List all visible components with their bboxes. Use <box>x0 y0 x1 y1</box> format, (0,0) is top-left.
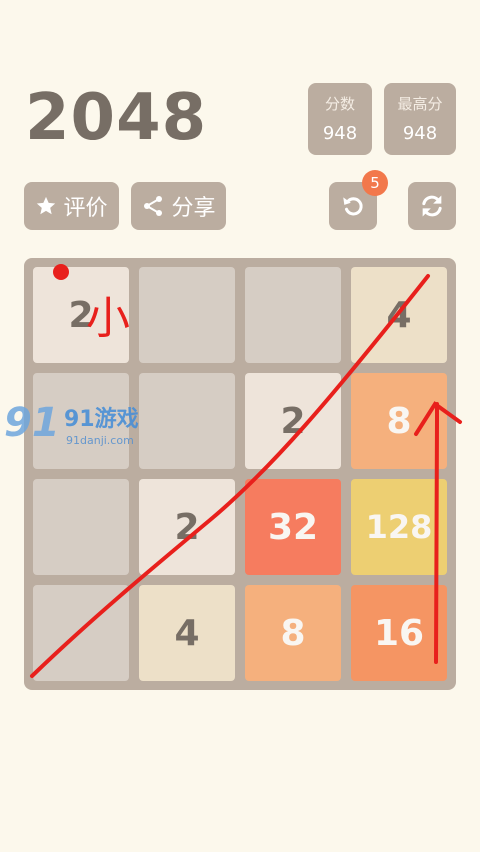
tile-2: 2 <box>33 267 129 363</box>
watermark-brand: 91游戏 <box>64 406 139 432</box>
rate-label: 评价 <box>63 196 108 221</box>
empty-cell <box>139 267 235 363</box>
undo-icon <box>340 193 366 219</box>
refresh-icon <box>418 192 446 220</box>
score-label: 分数 <box>324 95 355 113</box>
share-label: 分享 <box>171 196 216 221</box>
empty-cell <box>139 373 235 469</box>
tile-4: 4 <box>351 267 447 363</box>
empty-cell <box>245 267 341 363</box>
best-score-label: 最高分 <box>397 95 443 113</box>
tile-8: 8 <box>245 585 341 681</box>
tile-16: 16 <box>351 585 447 681</box>
restart-button[interactable] <box>408 182 456 230</box>
star-icon <box>35 195 57 217</box>
tile-4: 4 <box>139 585 235 681</box>
game-title: 2048 <box>25 81 208 155</box>
rate-button[interactable]: 评价 <box>24 182 119 230</box>
tile-8: 8 <box>351 373 447 469</box>
svg-text:91: 91 <box>4 400 60 446</box>
empty-cell <box>33 585 129 681</box>
tile-32: 32 <box>245 479 341 575</box>
watermark-logo: 91 91游戏 91danji.com <box>2 398 142 458</box>
tile-128: 128 <box>351 479 447 575</box>
best-score-box: 最高分 948 <box>384 83 456 155</box>
empty-cell <box>33 479 129 575</box>
tile-2: 2 <box>245 373 341 469</box>
score-box: 分数 948 <box>308 83 372 155</box>
undo-count-badge: 5 <box>362 170 388 196</box>
tile-2: 2 <box>139 479 235 575</box>
share-button[interactable]: 分享 <box>131 182 226 230</box>
share-icon <box>141 194 165 218</box>
watermark-site: 91danji.com <box>66 434 134 447</box>
score-value: 948 <box>322 123 358 144</box>
best-score-value: 948 <box>402 123 438 144</box>
game-board[interactable]: 2 4 2 8 2 32 128 4 8 16 <box>24 258 456 690</box>
